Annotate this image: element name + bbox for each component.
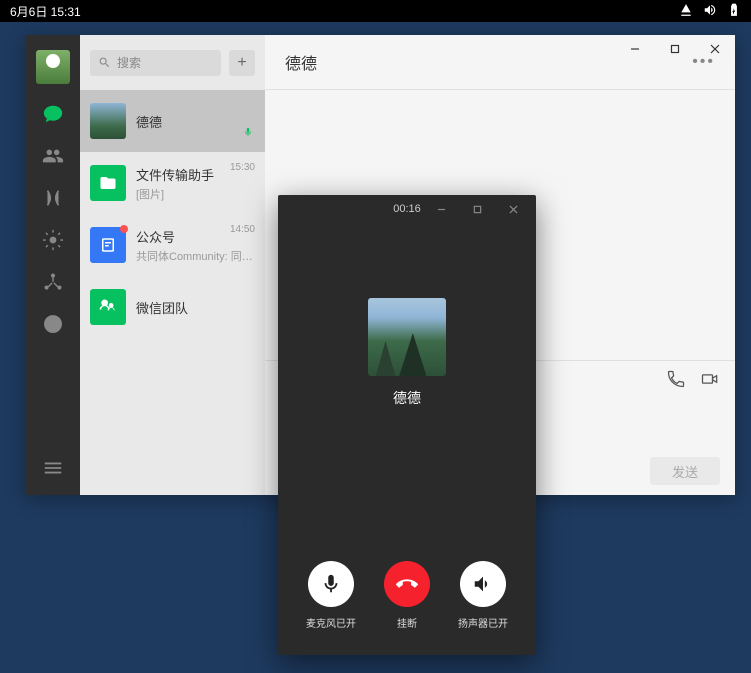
speaker-label: 扬声器已开 (458, 615, 508, 630)
conversation-item[interactable]: 公众号 共同体Community: 同欣… 14:50 (80, 214, 265, 276)
add-button[interactable]: + (229, 50, 255, 76)
conversation-time: 14:50 (230, 224, 255, 235)
conversation-avatar (90, 289, 126, 325)
nav-miniprogram-icon[interactable] (41, 312, 65, 336)
nav-contacts[interactable] (41, 144, 65, 168)
nav-favorites-icon[interactable] (41, 270, 65, 294)
search-placeholder: 搜索 (117, 54, 141, 71)
nav-settings-icon[interactable] (41, 228, 65, 252)
hangup-icon (396, 573, 418, 595)
voice-call-indicator-icon (243, 124, 253, 142)
conversation-avatar (90, 165, 126, 201)
speaker-toggle-button[interactable] (460, 561, 506, 607)
voice-call-icon[interactable] (666, 369, 686, 389)
mic-toggle-button[interactable] (308, 561, 354, 607)
mic-label: 麦克风已开 (306, 615, 356, 630)
window-maximize[interactable] (655, 35, 695, 63)
system-top-bar: 6月6日 15:31 (0, 0, 751, 22)
conversation-item[interactable]: 文件传输助手 [图片] 15:30 (80, 152, 265, 214)
conversation-preview: [图片] (136, 186, 255, 202)
conversation-name: 微信团队 (136, 298, 255, 317)
conversation-list: 搜索 + 德德 文件传输助手 [图片] 15:30 公众 (80, 35, 265, 495)
call-maximize[interactable] (459, 195, 495, 223)
search-icon (98, 56, 111, 69)
search-bar: 搜索 + (80, 35, 265, 90)
volume-icon[interactable] (703, 3, 717, 20)
network-icon[interactable] (679, 3, 693, 20)
microphone-icon (320, 573, 342, 595)
user-avatar[interactable] (36, 50, 70, 84)
video-call-icon[interactable] (700, 369, 720, 389)
system-datetime: 6月6日 15:31 (10, 3, 81, 20)
call-timer: 00:16 (393, 203, 421, 215)
call-buttons: 麦克风已开 挂断 扬声器已开 (306, 561, 508, 630)
window-controls (615, 35, 735, 63)
nav-chats[interactable] (41, 102, 65, 126)
nav-rail (25, 35, 80, 495)
call-window-controls: 00:16 (278, 195, 536, 223)
conversation-name: 德德 (136, 112, 255, 131)
voice-call-window: 00:16 德德 麦克风已开 挂断 扬声器已开 (278, 195, 536, 655)
call-minimize[interactable] (423, 195, 459, 223)
speaker-icon (472, 573, 494, 595)
conversation-avatar (90, 227, 126, 263)
hangup-label: 挂断 (397, 615, 417, 630)
call-close[interactable] (495, 195, 531, 223)
conversation-time: 15:30 (230, 162, 255, 173)
window-minimize[interactable] (615, 35, 655, 63)
conversation-item[interactable]: 德德 (80, 90, 265, 152)
conversation-preview: 共同体Community: 同欣… (136, 248, 255, 264)
nav-discover[interactable] (41, 186, 65, 210)
caller-name: 德德 (393, 388, 421, 408)
hangup-button[interactable] (384, 561, 430, 607)
nav-menu[interactable] (41, 456, 65, 480)
unread-badge (120, 225, 128, 233)
window-close[interactable] (695, 35, 735, 63)
send-button[interactable]: 发送 (650, 457, 720, 485)
caller-avatar (368, 298, 446, 376)
conversation-item[interactable]: 微信团队 (80, 276, 265, 338)
conversation-avatar (90, 103, 126, 139)
battery-icon[interactable] (727, 3, 741, 20)
search-input[interactable]: 搜索 (90, 50, 221, 76)
